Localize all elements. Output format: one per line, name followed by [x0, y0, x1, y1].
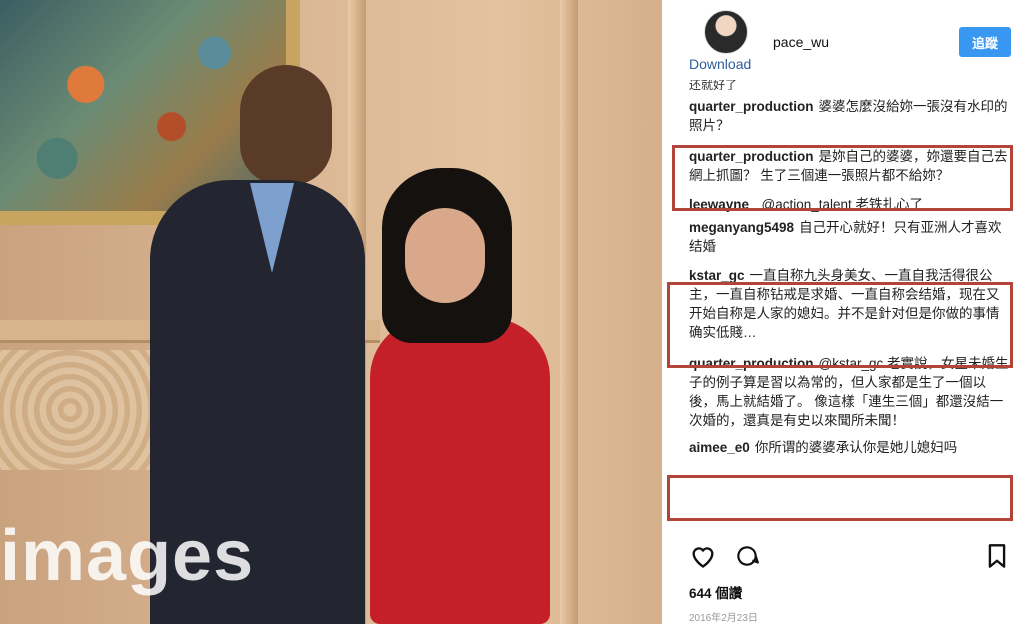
avatar[interactable] [704, 10, 748, 54]
comment-username[interactable]: meganyang5498 [689, 220, 794, 235]
comment: aimee_e0 你所谓的婆婆承认你是她儿媳妇吗 [689, 438, 1009, 457]
comment-username[interactable]: kstar_gc [689, 268, 745, 283]
highlight-box [667, 475, 1013, 521]
clipped-comment: 还就好了 [689, 80, 738, 90]
wall-carving [0, 350, 175, 470]
comment-username[interactable]: aimee_e0 [689, 440, 750, 455]
wall-panel [560, 0, 578, 624]
like-count[interactable]: 644 個讚 [689, 582, 742, 602]
download-link[interactable]: Download [689, 56, 751, 72]
comment-icon[interactable] [733, 543, 761, 574]
highlight-box [667, 282, 1013, 368]
highlight-box [672, 145, 1013, 211]
post-photo: images [0, 0, 662, 624]
comment: meganyang5498 自己开心就好！只有亚洲人才喜欢结婚 [689, 218, 1009, 256]
heart-icon[interactable] [689, 543, 717, 574]
follow-button[interactable]: 追蹤 [959, 27, 1011, 57]
person-right [370, 168, 555, 624]
bookmark-icon[interactable] [986, 543, 1008, 574]
comment-text: 你所谓的婆婆承认你是她儿媳妇吗 [754, 440, 958, 455]
photo-watermark: images [0, 516, 255, 596]
post-date: 2016年2月23日 [689, 613, 758, 624]
comment: quarter_production 婆婆怎麼沒給妳一張沒有水印的照片？ [689, 97, 1009, 135]
comment-username[interactable]: quarter_production [689, 99, 814, 114]
post-username[interactable]: pace_wu [773, 34, 829, 50]
action-bar [689, 543, 1009, 571]
